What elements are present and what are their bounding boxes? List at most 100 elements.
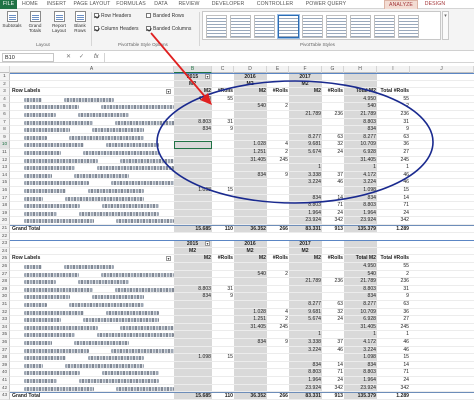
row-header[interactable]: 26 <box>0 263 10 271</box>
data-cell[interactable] <box>267 210 289 218</box>
sheet-cell[interactable] <box>410 271 474 279</box>
data-cell[interactable] <box>234 301 267 309</box>
row-header[interactable]: 13 <box>0 164 10 172</box>
sheet-cell[interactable] <box>410 210 474 218</box>
data-cell[interactable]: 15 <box>212 354 234 362</box>
grand-total-cell[interactable]: 135.379 <box>344 392 377 400</box>
data-cell[interactable]: 4.172 <box>344 171 377 180</box>
data-cell[interactable] <box>174 156 212 165</box>
data-cell[interactable]: 15 <box>212 187 234 195</box>
data-cell[interactable] <box>212 179 234 187</box>
data-cell[interactable]: 6.928 <box>344 149 377 157</box>
style-swatch[interactable] <box>254 15 275 38</box>
grand-total-cell[interactable]: 110 <box>212 392 234 400</box>
row-label-redacted[interactable] <box>10 316 174 324</box>
rolls-column-header[interactable]: #Rolls <box>267 255 289 263</box>
data-cell[interactable] <box>234 217 267 225</box>
data-cell[interactable]: 834 <box>289 361 322 370</box>
data-cell[interactable] <box>174 369 212 377</box>
row-header[interactable]: 1 <box>0 73 10 81</box>
pivot-styles-gallery[interactable] <box>202 11 441 40</box>
data-cell[interactable]: 1.098 <box>174 354 212 362</box>
data-cell[interactable] <box>212 377 234 385</box>
data-cell[interactable] <box>322 263 344 271</box>
data-cell[interactable]: 9 <box>267 172 289 180</box>
row-header[interactable]: 33 <box>0 316 10 324</box>
data-cell[interactable]: 5.674 <box>289 316 322 324</box>
data-cell[interactable]: 1 <box>344 164 377 172</box>
data-cell[interactable] <box>289 156 322 165</box>
data-cell[interactable] <box>267 362 289 370</box>
data-cell[interactable]: 342 <box>377 385 410 393</box>
m2-column-header[interactable]: M2 <box>234 88 267 96</box>
data-cell[interactable] <box>289 293 322 301</box>
m2-column-header[interactable]: M2 <box>289 88 322 96</box>
data-cell[interactable] <box>212 134 234 142</box>
data-cell[interactable] <box>267 286 289 294</box>
data-cell[interactable] <box>289 103 322 111</box>
data-cell[interactable] <box>234 194 267 203</box>
data-cell[interactable]: 46 <box>322 347 344 355</box>
grand-total-label[interactable]: Grand Total <box>10 392 174 400</box>
data-cell[interactable]: 540 <box>344 103 377 111</box>
data-cell[interactable] <box>234 179 267 187</box>
data-cell[interactable]: 31.405 <box>344 323 377 332</box>
data-cell[interactable] <box>322 187 344 195</box>
data-cell[interactable] <box>212 157 234 165</box>
sheet-cell[interactable] <box>267 248 289 256</box>
column-header-j[interactable]: J <box>410 66 474 73</box>
row-label-redacted[interactable] <box>10 195 174 203</box>
style-swatch[interactable] <box>374 15 395 38</box>
data-cell[interactable] <box>234 187 267 195</box>
data-cell[interactable] <box>174 133 212 142</box>
m2-column-header[interactable]: M2 <box>174 80 212 89</box>
data-cell[interactable]: 834 <box>174 293 212 301</box>
tab-formulas[interactable]: FORMULAS <box>114 0 148 9</box>
data-cell[interactable] <box>322 157 344 165</box>
total-m2-header[interactable]: Total M2 <box>344 255 377 263</box>
data-cell[interactable]: 2 <box>267 271 289 279</box>
tab-review[interactable]: REVIEW <box>174 0 204 9</box>
row-label-redacted[interactable] <box>10 263 174 271</box>
sheet-cell[interactable] <box>10 73 174 81</box>
sheet-cell[interactable] <box>410 111 474 119</box>
data-cell[interactable] <box>267 111 289 119</box>
data-cell[interactable]: 31.405 <box>344 156 377 165</box>
data-cell[interactable] <box>234 209 267 218</box>
row-header[interactable]: 39 <box>0 361 10 370</box>
tab-home[interactable]: HOME <box>19 0 41 9</box>
data-cell[interactable]: 63 <box>377 134 410 142</box>
data-cell[interactable]: 8.803 <box>174 118 212 127</box>
data-cell[interactable] <box>322 293 344 301</box>
m2-column-header[interactable]: M2 <box>174 88 212 96</box>
row-header[interactable]: 5 <box>0 103 10 111</box>
row-header[interactable]: 12 <box>0 156 10 165</box>
data-cell[interactable] <box>267 293 289 301</box>
data-cell[interactable]: 8.803 <box>174 285 212 294</box>
row-headers-checkbox[interactable]: Row Headers <box>94 13 131 20</box>
sheet-cell[interactable] <box>267 240 289 248</box>
row-header[interactable]: 14 <box>0 171 10 180</box>
m2-column-header[interactable]: M2 <box>234 247 267 256</box>
data-cell[interactable] <box>174 202 212 210</box>
data-cell[interactable] <box>289 187 322 195</box>
sheet-cell[interactable] <box>410 316 474 324</box>
data-cell[interactable]: 9 <box>377 126 410 134</box>
data-cell[interactable] <box>234 164 267 172</box>
sheet-cell[interactable] <box>410 286 474 294</box>
data-cell[interactable] <box>267 278 289 286</box>
data-cell[interactable]: 8.277 <box>289 133 322 142</box>
filter-dropdown-button[interactable]: ▾ <box>205 74 210 79</box>
data-cell[interactable] <box>234 278 267 286</box>
row-header[interactable]: 32 <box>0 308 10 317</box>
data-cell[interactable] <box>174 217 212 225</box>
row-header[interactable]: 3 <box>0 88 10 96</box>
data-cell[interactable]: 21.789 <box>344 278 377 286</box>
data-cell[interactable] <box>267 263 289 271</box>
sheet-cell[interactable] <box>212 73 234 81</box>
data-cell[interactable]: 540 <box>234 270 267 279</box>
sheet-cell[interactable] <box>377 240 410 248</box>
sheet-cell[interactable] <box>410 385 474 393</box>
total-rolls-header[interactable]: Total #Rolls <box>377 255 410 263</box>
data-cell[interactable] <box>267 164 289 172</box>
